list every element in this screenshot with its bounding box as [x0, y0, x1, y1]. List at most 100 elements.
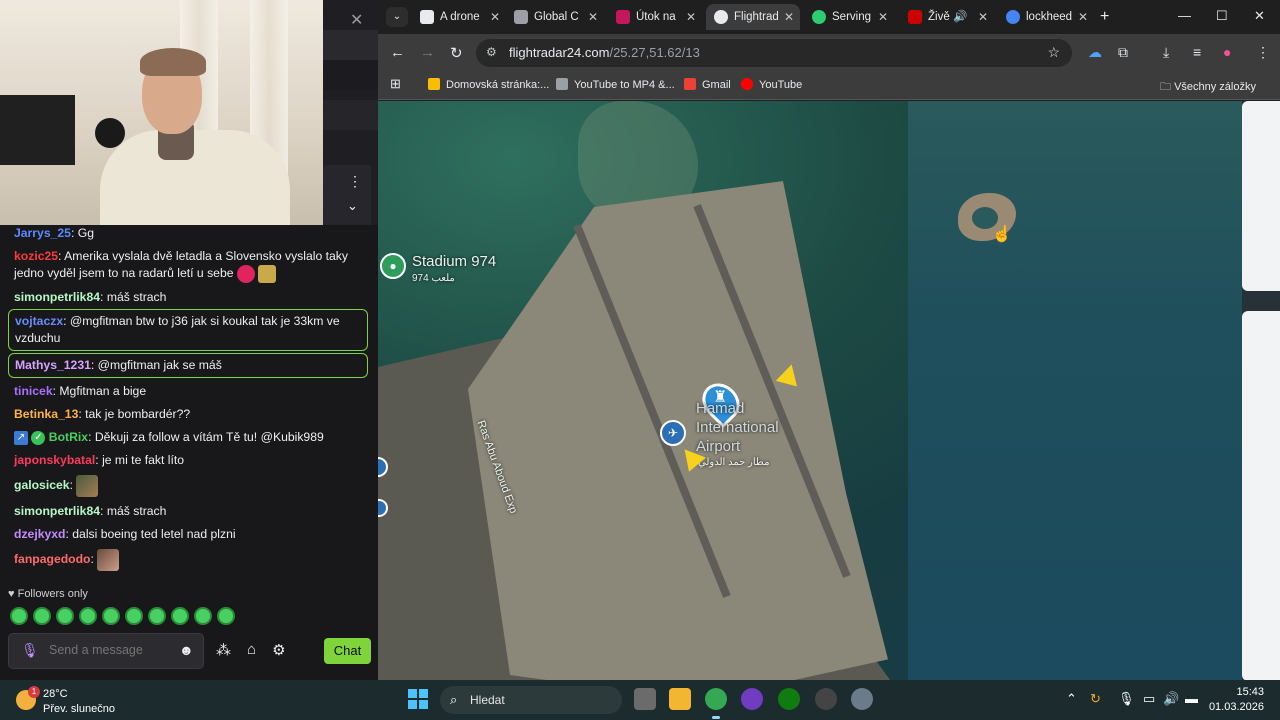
- map-side-panel: [1242, 101, 1280, 681]
- emote-icon[interactable]: [79, 607, 97, 625]
- app-icon[interactable]: [741, 688, 763, 710]
- display-icon[interactable]: ▭: [1143, 691, 1155, 707]
- emote-icon[interactable]: [56, 607, 74, 625]
- task-view-icon[interactable]: [634, 688, 656, 710]
- emoji-icon[interactable]: ☻: [179, 642, 194, 658]
- close-tab-icon[interactable]: ✕: [784, 4, 794, 30]
- app-icon[interactable]: [815, 688, 837, 710]
- chat-send-button[interactable]: Chat: [324, 638, 371, 664]
- tab-search-button[interactable]: ⌄: [386, 7, 408, 27]
- tab[interactable]: Serving ✕: [806, 4, 894, 30]
- clock[interactable]: 15:43 01.03.2026: [1208, 685, 1264, 715]
- volume-icon[interactable]: 🔊: [1163, 691, 1179, 707]
- store-icon[interactable]: ⌂: [247, 641, 256, 659]
- close-icon[interactable]: ✕: [350, 10, 363, 30]
- start-button[interactable]: [408, 689, 428, 709]
- new-tab-icon[interactable]: +: [1100, 8, 1109, 26]
- chat-panel: ✕ ⋮ ⌄ Jarrys_25: Gg kozic25: Amerika vys…: [0, 0, 378, 680]
- bits-icon[interactable]: ⁂: [216, 641, 231, 659]
- chat-username[interactable]: simonpetrlik84: [14, 504, 100, 518]
- bookmark-item[interactable]: YouTube to MP4 &...: [556, 78, 675, 91]
- close-tab-icon[interactable]: ✕: [878, 4, 888, 30]
- bookmark-item[interactable]: YouTube: [741, 78, 802, 91]
- gear-icon[interactable]: ⚙: [272, 641, 285, 659]
- bookmark-item[interactable]: 🗀 Všechny záložky: [1160, 78, 1256, 97]
- chat-username[interactable]: simonpetrlik84: [14, 290, 100, 304]
- maximize-icon[interactable]: ☐: [1216, 8, 1228, 24]
- battery-icon[interactable]: ▬: [1185, 691, 1198, 706]
- profile-avatar[interactable]: ●: [1223, 44, 1231, 60]
- followers-only-notice: ♥ Followers only: [8, 588, 88, 600]
- side-card[interactable]: [1242, 101, 1280, 291]
- tab-active[interactable]: Flightrad ✕: [706, 4, 800, 30]
- chat-username[interactable]: fanpagedodo: [14, 552, 91, 566]
- chat-username[interactable]: Betinka_13: [14, 407, 78, 421]
- minimize-icon[interactable]: —: [1178, 8, 1191, 23]
- chat-username[interactable]: japonskybatal: [14, 453, 95, 467]
- tab[interactable]: Global C ✕: [508, 4, 604, 30]
- bookmark-item[interactable]: Domovská stránka:...: [428, 78, 549, 91]
- flight-map[interactable]: ● Stadium 974 974 ملعب ♜ ✈ Hamad Interna…: [378, 101, 1280, 680]
- emote-icon[interactable]: [148, 607, 166, 625]
- emote-icon[interactable]: [194, 607, 212, 625]
- media-control-icon[interactable]: ≡: [1193, 44, 1201, 60]
- apps-grid-icon[interactable]: ⊞: [390, 76, 401, 92]
- stadium-icon[interactable]: ●: [380, 253, 406, 279]
- close-tab-icon[interactable]: ✕: [1078, 4, 1088, 30]
- forward-icon[interactable]: →: [420, 44, 435, 61]
- close-tab-icon[interactable]: ✕: [490, 4, 500, 30]
- cloud-extension-icon[interactable]: ☁: [1088, 44, 1102, 61]
- download-icon[interactable]: ⤓: [1163, 44, 1169, 61]
- tab[interactable]: Útok na ✕: [610, 4, 702, 30]
- site-info-icon[interactable]: ⚙: [486, 45, 497, 59]
- bookmark-item[interactable]: Gmail: [684, 78, 731, 91]
- chevron-up-icon[interactable]: ⌃: [1066, 691, 1077, 707]
- close-window-icon[interactable]: ✕: [1254, 8, 1265, 24]
- emote-icon[interactable]: [10, 607, 28, 625]
- chat-username[interactable]: Jarrys_25: [14, 226, 71, 240]
- tab[interactable]: Živě 🔊 ✕: [902, 4, 994, 30]
- chat-username[interactable]: kozic25: [14, 249, 58, 263]
- file-explorer-icon[interactable]: [669, 688, 691, 710]
- emote-icon[interactable]: [33, 607, 51, 625]
- bookmark-favicon-icon: [556, 78, 568, 90]
- chrome-icon[interactable]: [705, 688, 727, 719]
- chat-username[interactable]: BotRix: [49, 430, 88, 444]
- close-tab-icon[interactable]: ✕: [978, 4, 988, 30]
- airport-plane-icon[interactable]: ✈: [660, 420, 686, 446]
- sync-icon[interactable]: ↻: [1090, 691, 1101, 707]
- url-text[interactable]: flightradar24.com/25.27,51.62/13: [509, 45, 700, 60]
- more-options-icon[interactable]: ⋮: [348, 173, 362, 190]
- microphone-icon[interactable]: 🎙: [1118, 691, 1135, 707]
- xbox-icon[interactable]: [778, 688, 800, 710]
- chevron-down-icon[interactable]: ⌄: [347, 198, 358, 214]
- emote-icon[interactable]: [102, 607, 120, 625]
- back-icon[interactable]: ←: [390, 44, 405, 61]
- chat-username[interactable]: tinicek: [14, 384, 53, 398]
- side-card[interactable]: [1242, 311, 1280, 681]
- tab[interactable]: lockheed ✕: [1000, 4, 1094, 30]
- microphone-icon[interactable]: 🎙: [21, 642, 39, 659]
- emote-icon[interactable]: [171, 607, 189, 625]
- taskbar-search[interactable]: ⌕ Hledat: [440, 686, 622, 714]
- emote-icon[interactable]: [125, 607, 143, 625]
- bookmark-star-icon[interactable]: ☆: [1047, 44, 1060, 61]
- settings-icon[interactable]: [851, 688, 873, 710]
- chat-username[interactable]: galosicek: [14, 478, 70, 492]
- chat-username[interactable]: vojtaczx: [15, 314, 63, 328]
- chat-username[interactable]: dzejkyxd: [14, 527, 65, 541]
- chat-username[interactable]: Mathys_1231: [15, 358, 91, 372]
- address-bar[interactable]: ⚙ flightradar24.com/25.27,51.62/13 ☆: [476, 39, 1072, 67]
- close-tab-icon[interactable]: ✕: [686, 4, 696, 30]
- extensions-icon[interactable]: ⧉: [1118, 44, 1128, 61]
- emote-icon[interactable]: [217, 607, 235, 625]
- close-tab-icon[interactable]: ✕: [588, 4, 598, 30]
- chat-message: fanpagedodo:: [0, 546, 378, 574]
- tab[interactable]: A drone ✕: [414, 4, 506, 30]
- youtube-icon: [741, 78, 753, 90]
- menu-icon[interactable]: ⋮: [1256, 44, 1270, 61]
- bookmark-label: YouTube: [759, 79, 803, 91]
- speaker-icon[interactable]: 🔊: [953, 11, 967, 23]
- chat-input[interactable]: [49, 643, 174, 657]
- reload-icon[interactable]: ↻: [450, 44, 463, 62]
